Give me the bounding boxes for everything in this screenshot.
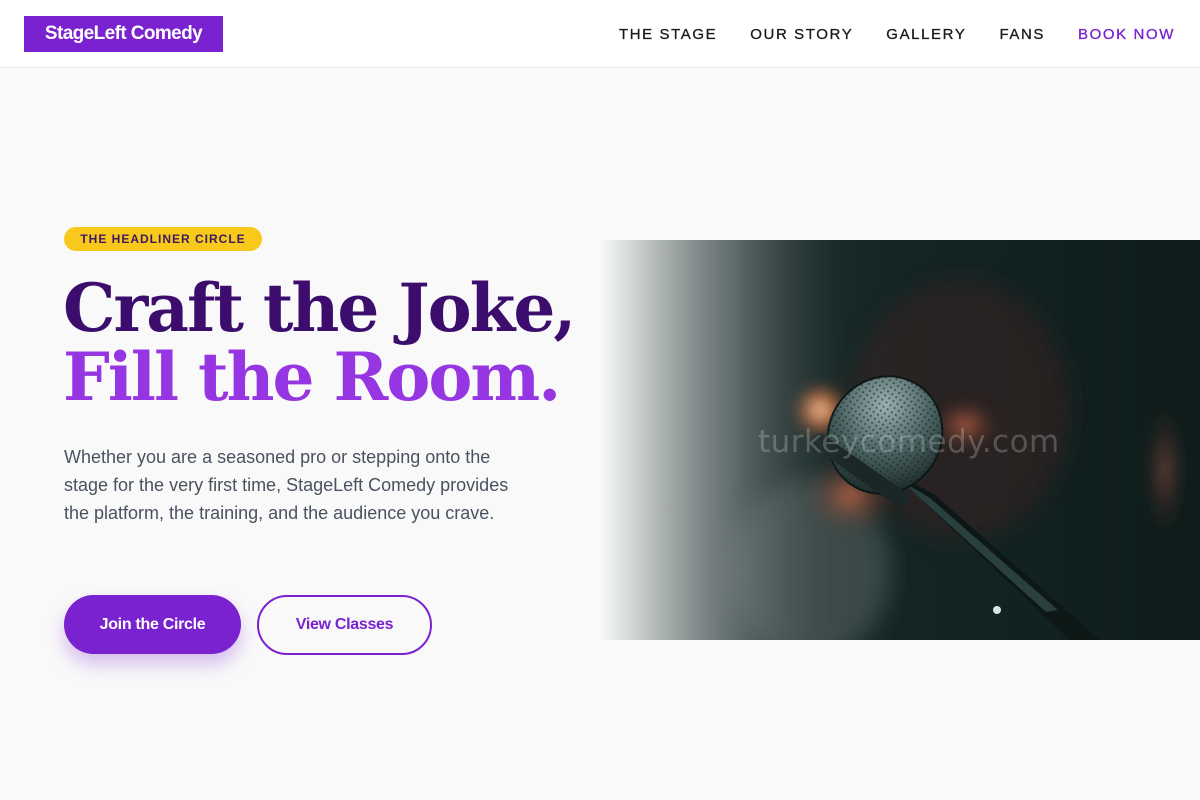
view-classes-button[interactable]: View Classes — [257, 595, 432, 655]
nav-item-book-now[interactable]: BOOK NOW — [1078, 25, 1175, 42]
main-nav: THE STAGE OUR STORY GALLERY FANS BOOK NO… — [586, 0, 1175, 68]
hero-headline: Craft the Joke, Fill the Room. — [63, 269, 576, 416]
image-watermark: turkeycomedy.com — [758, 424, 1060, 460]
join-the-circle-button[interactable]: Join the Circle — [64, 595, 241, 654]
site-header: StageLeft Comedy THE STAGE OUR STORY GAL… — [0, 0, 1200, 68]
nav-item-fans[interactable]: FANS — [999, 25, 1045, 42]
nav-item-the-stage[interactable]: THE STAGE — [619, 25, 717, 42]
headline-line-2: Fill the Room. — [63, 338, 561, 416]
headline-line-1: Craft the Joke, — [63, 269, 576, 347]
hero-image: turkeycomedy.com — [600, 240, 1200, 640]
headliner-badge: THE HEADLINER CIRCLE — [64, 227, 262, 251]
logo[interactable]: StageLeft Comedy — [24, 16, 223, 52]
hero-description: Whether you are a seasoned pro or steppi… — [64, 447, 509, 523]
nav-item-our-story[interactable]: OUR STORY — [750, 25, 853, 42]
nav-item-gallery[interactable]: GALLERY — [886, 25, 966, 42]
